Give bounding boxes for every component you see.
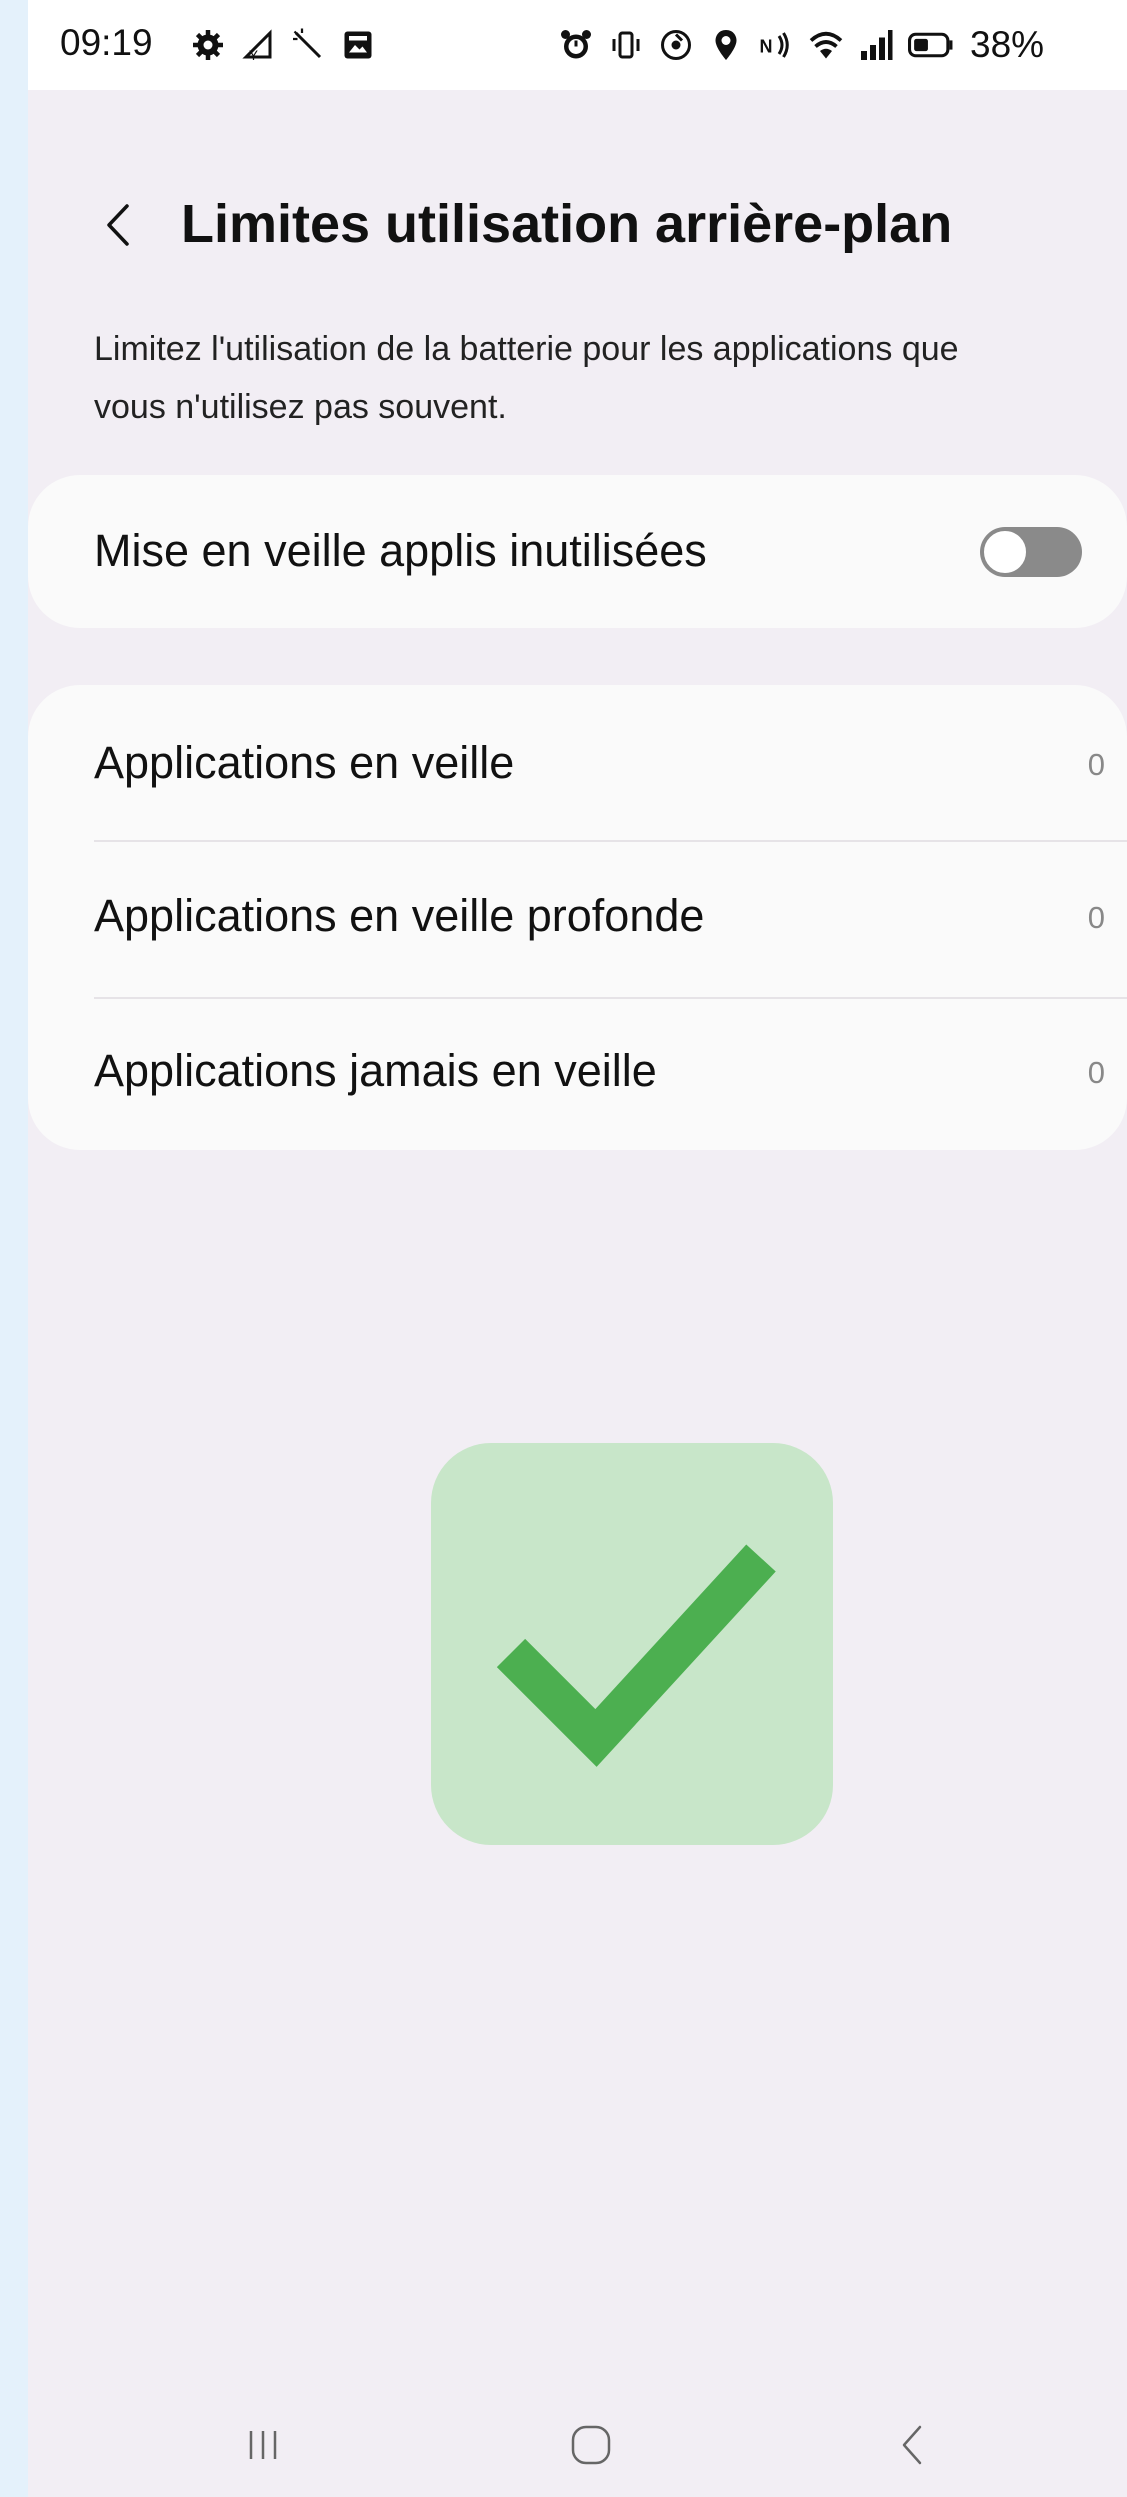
data-saver-icon (658, 27, 694, 63)
location-icon (708, 27, 744, 63)
toggle-setting-label: Mise en veille applis inutilisées (94, 525, 707, 576)
list-item-never-sleeping-apps[interactable]: Applications jamais en veille 0 (28, 999, 1127, 1150)
status-left-icons: Y (190, 20, 376, 70)
chevron-left-icon (107, 204, 129, 246)
nfc-icon: N (758, 27, 794, 63)
svg-text:N: N (760, 37, 773, 57)
list-item-count: 0 (1087, 1055, 1105, 1090)
settings-icon (190, 27, 226, 63)
alarm-icon (558, 27, 594, 63)
battery-percent: 38% (970, 24, 1045, 65)
magic-wand-icon (290, 27, 326, 63)
svg-text:Y: Y (249, 48, 258, 63)
success-badge (431, 1443, 833, 1845)
checkmark-icon (496, 1544, 776, 1767)
app-lists-card: Applications en veille 0 Applications en… (28, 685, 1127, 1150)
sleep-unused-apps-toggle[interactable] (980, 527, 1082, 577)
status-time: 09:19 (60, 22, 153, 63)
vibrate-icon (608, 27, 644, 63)
battery-icon (908, 27, 954, 63)
back-button[interactable] (88, 190, 148, 260)
toggle-knob (982, 529, 1028, 575)
toggle-setting-card[interactable]: Mise en veille applis inutilisées (28, 475, 1127, 628)
list-item-label: Applications jamais en veille (94, 1045, 657, 1096)
phone-screen: 09:19 Y N 38% Limites utilisation arrièr… (28, 0, 1127, 2497)
recents-icon (249, 2431, 277, 2459)
image-icon (340, 27, 376, 63)
nav-home-button[interactable] (541, 2410, 641, 2480)
page-description: Limitez l'utilisation de la batterie pou… (94, 330, 959, 426)
list-item-count: 0 (1087, 900, 1105, 935)
list-item-label: Applications en veille profonde (94, 890, 705, 941)
home-icon (571, 2425, 611, 2465)
list-item-deep-sleeping-apps[interactable]: Applications en veille profonde 0 (28, 842, 1127, 997)
cellular-signal-icon (858, 27, 894, 63)
nav-back-button[interactable] (863, 2410, 963, 2480)
status-bar: 09:19 Y N 38% (28, 0, 1127, 90)
page-title: Limites utilisation arrière-plan (181, 194, 953, 254)
list-item-count: 0 (1087, 747, 1105, 782)
list-item-sleeping-apps[interactable]: Applications en veille 0 (28, 685, 1127, 840)
list-item-label: Applications en veille (94, 737, 515, 788)
back-icon (902, 2425, 922, 2465)
signal-data-icon: Y (240, 27, 276, 63)
status-right-icons: N 38% (558, 20, 1044, 70)
wifi-icon (808, 27, 844, 63)
nav-recents-button[interactable] (213, 2410, 313, 2480)
